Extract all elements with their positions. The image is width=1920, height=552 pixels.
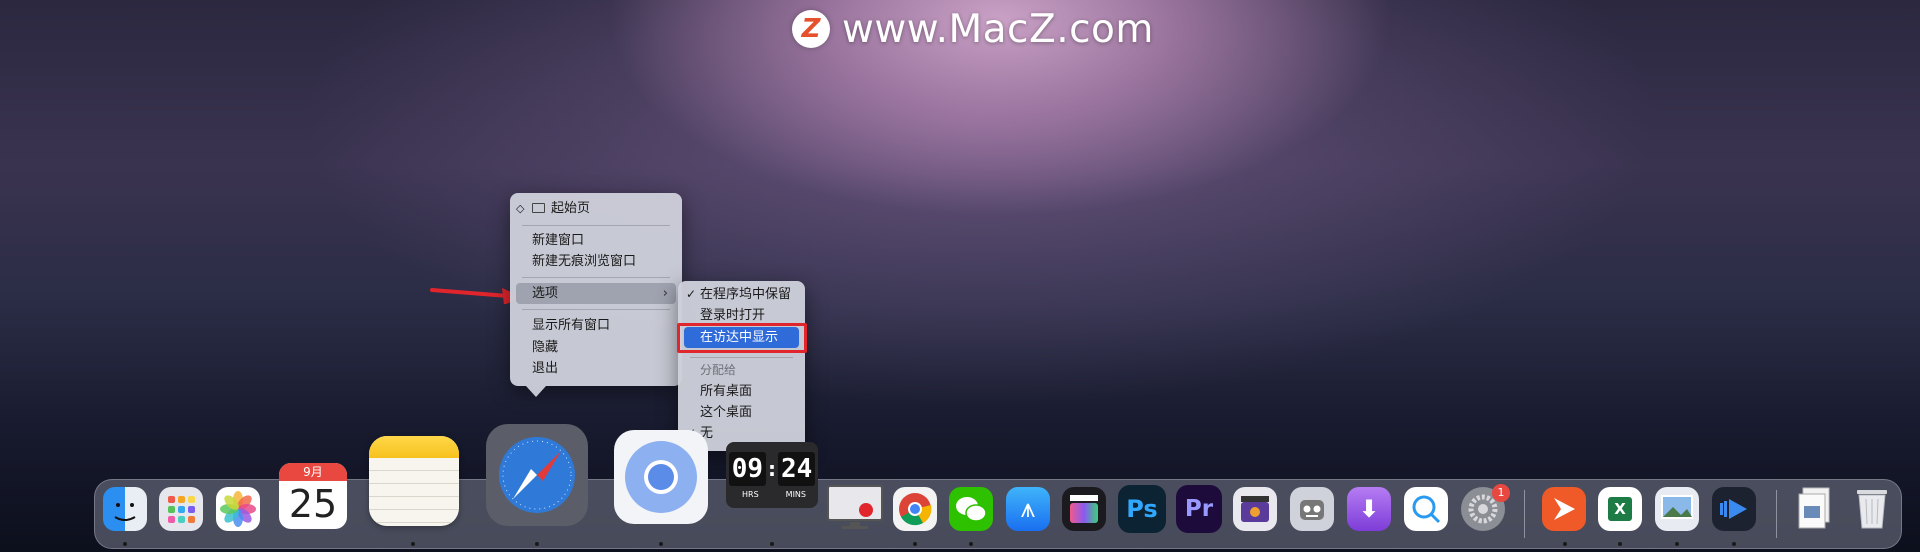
menu-item-start-page[interactable]: ◇ 起始页 <box>516 198 676 219</box>
magnifier-chat-icon <box>1412 495 1441 524</box>
menu-item-show-all-windows[interactable]: 显示所有窗口 <box>516 315 676 336</box>
macz-logo-icon: Z <box>792 10 830 48</box>
options-submenu: ✓ 在程序坞中保留 登录时打开 在访达中显示 分配给 所有桌面 这个桌面 ✓ 无 <box>678 281 805 451</box>
robot-icon <box>1300 500 1324 520</box>
menu-item-all-desktops[interactable]: 所有桌面 <box>684 381 799 402</box>
calendar-month: 9月 <box>279 463 347 481</box>
dock-premiere-icon[interactable]: Pr <box>1176 485 1222 533</box>
photo-stack-icon <box>1661 495 1693 519</box>
dock-screen-recorder-icon[interactable] <box>826 484 884 530</box>
dock-finder-icon[interactable] <box>103 487 147 531</box>
menu-item-new-private-window[interactable]: 新建无痕浏览窗口 <box>516 251 676 272</box>
dock-separator <box>1776 490 1777 538</box>
grid-icon <box>168 496 195 523</box>
dock-preview-icon[interactable] <box>1655 487 1699 531</box>
app-store-a-icon: ⩚ <box>1020 493 1036 524</box>
menu-item-options[interactable]: 选项 › <box>516 283 676 304</box>
notes-lines <box>369 458 459 526</box>
diamond-icon: ◇ <box>516 202 525 215</box>
clock-hours: 09 <box>728 451 766 486</box>
calendar-day: 25 <box>288 482 338 526</box>
running-indicator <box>1732 542 1736 546</box>
notes-header <box>369 436 459 458</box>
compass-icon <box>499 437 575 513</box>
running-indicator <box>411 542 415 546</box>
running-indicator <box>969 542 973 546</box>
dock-photoshop-icon[interactable]: Ps <box>1118 485 1166 533</box>
clock-minutes: 24 <box>778 451 816 486</box>
play-icon <box>1720 499 1747 519</box>
dock-trash-icon[interactable] <box>1850 483 1894 533</box>
chevron-right-icon: › <box>662 286 668 301</box>
clock-labels: HRS MINS <box>742 489 806 499</box>
trash-can-icon <box>1857 490 1887 529</box>
menu-header-assign-to: 分配给 <box>700 363 737 377</box>
dock-downloader-icon[interactable]: ⬇ <box>1347 487 1391 531</box>
menu-separator <box>522 277 670 278</box>
excel-logo-icon: X <box>1608 497 1632 521</box>
motion-clapper-icon <box>1241 496 1269 522</box>
dock-separator <box>1524 490 1525 538</box>
dock-motion-icon[interactable] <box>1233 487 1277 531</box>
menu-separator <box>522 225 670 226</box>
wechat-bubbles-icon <box>956 497 987 522</box>
menu-item-hide[interactable]: 隐藏 <box>516 337 676 358</box>
menu-separator <box>690 357 793 358</box>
running-indicator <box>123 542 127 546</box>
dock-presentation-icon[interactable] <box>1542 487 1586 531</box>
dock-excel-icon[interactable]: X <box>1598 487 1642 531</box>
menu-item-new-window[interactable]: 新建窗口 <box>516 230 676 251</box>
dock-app-store-icon[interactable]: ⩚ <box>1006 487 1050 531</box>
settings-badge: 1 <box>1492 484 1510 502</box>
clapper-icon <box>1070 495 1098 523</box>
dock-calendar-icon[interactable]: 9月 25 <box>279 463 347 529</box>
dock-chat-search-icon[interactable] <box>1404 487 1448 531</box>
dock-video-player-icon[interactable] <box>1712 487 1756 531</box>
dock-flip-clock-icon[interactable]: 09 : 24 HRS MINS <box>726 442 818 508</box>
running-indicator <box>659 542 663 546</box>
dock-notes-icon[interactable] <box>369 436 459 526</box>
running-indicator <box>1618 542 1622 546</box>
monitor-record-icon <box>827 485 883 529</box>
window-icon <box>532 203 545 213</box>
menu-separator <box>522 309 670 310</box>
running-indicator <box>913 542 917 546</box>
menu-item-quit[interactable]: 退出 <box>516 358 676 379</box>
dock-robot-icon[interactable] <box>1290 487 1334 531</box>
checkmark-icon: ✓ <box>686 287 697 301</box>
menu-item-keep-in-dock[interactable]: ✓ 在程序坞中保留 <box>684 284 799 305</box>
dock-safari-icon[interactable] <box>486 424 588 526</box>
dock-wechat-icon[interactable] <box>949 487 993 531</box>
clock-digits: 09 : 24 <box>728 451 816 486</box>
finder-face-icon <box>114 503 136 521</box>
clock-colon: : <box>768 456 776 481</box>
watermark: Z www.MacZ.com <box>792 6 1154 52</box>
dock-chromium-icon[interactable] <box>614 430 708 524</box>
chrome-logo-icon <box>899 493 932 526</box>
running-indicator <box>1675 542 1679 546</box>
photos-flower-icon <box>220 491 256 527</box>
dock-launchpad-icon[interactable] <box>159 487 203 531</box>
highlight-annotation-box <box>677 323 807 353</box>
document-stack-icon <box>1798 487 1830 529</box>
play-ribbon-icon <box>1554 498 1575 520</box>
dock-downloads-stack-icon[interactable] <box>1792 485 1838 533</box>
running-indicator <box>535 542 539 546</box>
dock-final-cut-icon[interactable] <box>1062 487 1106 531</box>
dock-context-menu: ◇ 起始页 新建窗口 新建无痕浏览窗口 选项 › 显示所有窗口 隐藏 退出 <box>510 193 682 386</box>
watermark-text: www.MacZ.com <box>842 6 1154 52</box>
running-indicator <box>770 542 774 546</box>
chromium-logo-icon <box>625 441 697 513</box>
menu-pointer <box>526 386 546 397</box>
dock-photos-icon[interactable] <box>216 487 260 531</box>
menu-item-this-desktop[interactable]: 这个桌面 <box>684 402 799 423</box>
dock-chrome-icon[interactable] <box>893 487 937 531</box>
running-indicator <box>1563 542 1567 546</box>
download-arrow-icon: ⬇ <box>1358 495 1380 523</box>
